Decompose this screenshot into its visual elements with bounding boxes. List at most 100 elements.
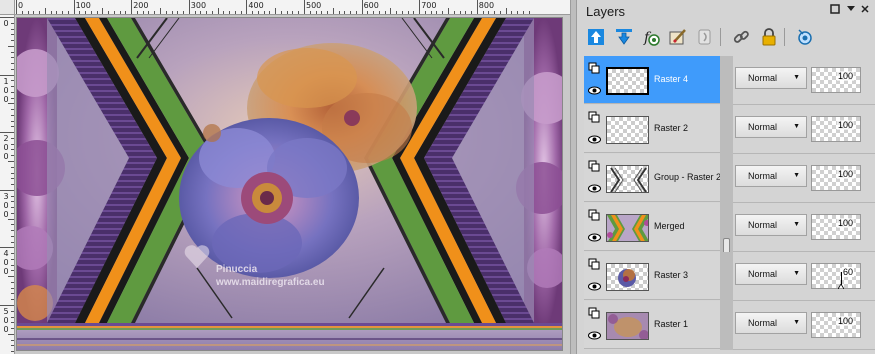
opacity-slider[interactable]: 100 bbox=[811, 67, 861, 93]
merge-layers-icon[interactable] bbox=[694, 26, 716, 48]
opacity-slider[interactable]: 100 bbox=[811, 214, 861, 240]
scrollbar-track[interactable] bbox=[720, 252, 733, 301]
layer-name[interactable]: Merged bbox=[654, 221, 685, 231]
visibility-eye-icon[interactable] bbox=[588, 329, 601, 342]
layer-name[interactable]: Raster 3 bbox=[654, 270, 688, 280]
ruler-tick bbox=[11, 258, 14, 260]
blend-mode-dropdown[interactable]: Normal ▼ bbox=[735, 312, 807, 334]
ruler-tick bbox=[154, 11, 156, 14]
edit-layer-icon[interactable] bbox=[667, 26, 689, 48]
ruler-tick bbox=[11, 184, 14, 186]
layer-item[interactable]: Raster 4 bbox=[584, 56, 720, 104]
menu-arrow-icon[interactable] bbox=[845, 4, 857, 16]
layer-link-icon[interactable] bbox=[588, 258, 601, 271]
maximize-icon[interactable] bbox=[829, 4, 841, 16]
toolbar-separator bbox=[720, 28, 721, 46]
scrollbar-track[interactable] bbox=[720, 301, 733, 350]
blend-mode-dropdown[interactable]: Normal ▼ bbox=[735, 214, 807, 236]
ruler-tick bbox=[505, 8, 507, 14]
visibility-eye-icon[interactable] bbox=[588, 182, 601, 195]
ruler-tick bbox=[113, 11, 115, 14]
ruler-tick bbox=[257, 11, 259, 14]
opacity-slider[interactable]: 100 bbox=[811, 116, 861, 142]
visibility-eye-icon[interactable] bbox=[588, 133, 601, 146]
ruler-tick bbox=[413, 11, 415, 14]
ruler-tick bbox=[11, 299, 14, 301]
ruler-tick bbox=[223, 11, 225, 14]
close-icon[interactable] bbox=[859, 4, 871, 16]
ruler-tick bbox=[401, 11, 403, 14]
layer-link-icon[interactable] bbox=[588, 160, 601, 173]
layer-item[interactable]: Raster 1 bbox=[584, 301, 720, 349]
canvas-area[interactable]: 0 100 200 300 400 500 600 700 800 01002003004005… bbox=[0, 0, 570, 354]
layer-item[interactable]: Raster 2 bbox=[584, 105, 720, 153]
ruler-tick bbox=[11, 212, 14, 214]
scrollbar-track[interactable] bbox=[720, 56, 733, 105]
layer-item[interactable]: Group - Raster 2 bbox=[584, 154, 721, 202]
layer-toggles bbox=[588, 62, 603, 98]
ruler-tick bbox=[67, 11, 69, 14]
layer-name[interactable]: Raster 4 bbox=[654, 74, 688, 84]
layer-thumbnail bbox=[606, 67, 649, 95]
lock-transparency-icon[interactable] bbox=[758, 26, 780, 48]
ruler-label: 0 bbox=[3, 316, 9, 325]
scrollbar-track[interactable] bbox=[720, 203, 733, 278]
layer-item[interactable]: Merged bbox=[584, 203, 720, 251]
ruler-tick bbox=[11, 166, 14, 168]
layer-link-icon[interactable] bbox=[588, 209, 601, 222]
ruler-tick bbox=[252, 11, 254, 14]
visibility-eye-icon[interactable] bbox=[588, 84, 601, 97]
panel-splitter[interactable] bbox=[570, 0, 577, 354]
blend-mode-dropdown[interactable]: Normal ▼ bbox=[735, 263, 807, 285]
blend-mode-value: Normal bbox=[748, 318, 778, 328]
visibility-eye-icon[interactable] bbox=[588, 231, 601, 244]
ruler-tick bbox=[33, 11, 35, 14]
ruler-tick bbox=[246, 0, 248, 14]
blend-mode-dropdown[interactable]: Normal ▼ bbox=[735, 165, 807, 187]
layer-name[interactable]: Group - Raster 2 bbox=[654, 172, 721, 182]
blend-mode-dropdown[interactable]: Normal ▼ bbox=[735, 116, 807, 138]
new-mask-layer-icon[interactable]: f bbox=[640, 26, 662, 48]
ruler-tick bbox=[522, 11, 524, 14]
layer-link-icon[interactable] bbox=[588, 111, 601, 124]
move-layer-up-icon[interactable] bbox=[585, 26, 607, 48]
opacity-marker[interactable] bbox=[838, 272, 844, 289]
opacity-value: 100 bbox=[836, 120, 854, 130]
ruler-tick bbox=[11, 155, 14, 157]
layer-row[interactable]: Raster 3 Normal ▼ 60 bbox=[584, 252, 875, 301]
opacity-slider[interactable]: 60 bbox=[811, 263, 861, 289]
ruler-tick bbox=[136, 11, 138, 14]
layer-link-icon[interactable] bbox=[588, 62, 601, 75]
layer-row[interactable]: Raster 2 Normal ▼ 100 bbox=[584, 105, 875, 154]
layer-item[interactable]: Raster 3 bbox=[584, 252, 720, 300]
layer-properties: Normal ▼ 100 bbox=[733, 56, 875, 105]
ruler-label: 0 bbox=[3, 152, 9, 162]
opacity-slider[interactable]: 100 bbox=[811, 312, 861, 338]
layer-row[interactable]: Merged Normal ▼ 100 bbox=[584, 203, 875, 278]
ruler-tick bbox=[11, 126, 14, 128]
scrollbar-track[interactable] bbox=[720, 105, 733, 154]
palette-title: Layers bbox=[586, 4, 626, 19]
layer-name[interactable]: Raster 1 bbox=[654, 319, 688, 329]
blend-mode-dropdown[interactable]: Normal ▼ bbox=[735, 67, 807, 89]
layer-visibility-settings-icon[interactable] bbox=[794, 26, 816, 48]
ruler-tick bbox=[315, 11, 317, 14]
ruler-label: 300 bbox=[190, 1, 207, 10]
ruler-tick bbox=[11, 91, 14, 93]
layer-toggles bbox=[588, 160, 603, 196]
image-canvas[interactable]: Pinuccia www.maidiregrafica.eu bbox=[16, 17, 563, 351]
layer-row[interactable]: Raster 1 Normal ▼ 100 bbox=[584, 301, 875, 350]
layer-name[interactable]: Raster 2 bbox=[654, 123, 688, 133]
layer-toggles bbox=[588, 258, 603, 294]
move-layer-down-icon[interactable] bbox=[613, 26, 635, 48]
link-layers-icon[interactable] bbox=[730, 26, 752, 48]
ruler-tick bbox=[11, 28, 14, 30]
visibility-eye-icon[interactable] bbox=[588, 280, 601, 293]
layer-link-icon[interactable] bbox=[588, 307, 601, 320]
scrollbar-track[interactable] bbox=[720, 154, 733, 203]
layer-row[interactable]: Raster 4 Normal ▼ 100 bbox=[584, 56, 875, 105]
opacity-slider[interactable]: 100 bbox=[811, 165, 861, 191]
ruler-tick bbox=[50, 11, 52, 14]
layer-row[interactable]: Group - Raster 2 Normal ▼ 100 bbox=[584, 154, 875, 203]
ruler-label: 0 bbox=[3, 85, 9, 95]
